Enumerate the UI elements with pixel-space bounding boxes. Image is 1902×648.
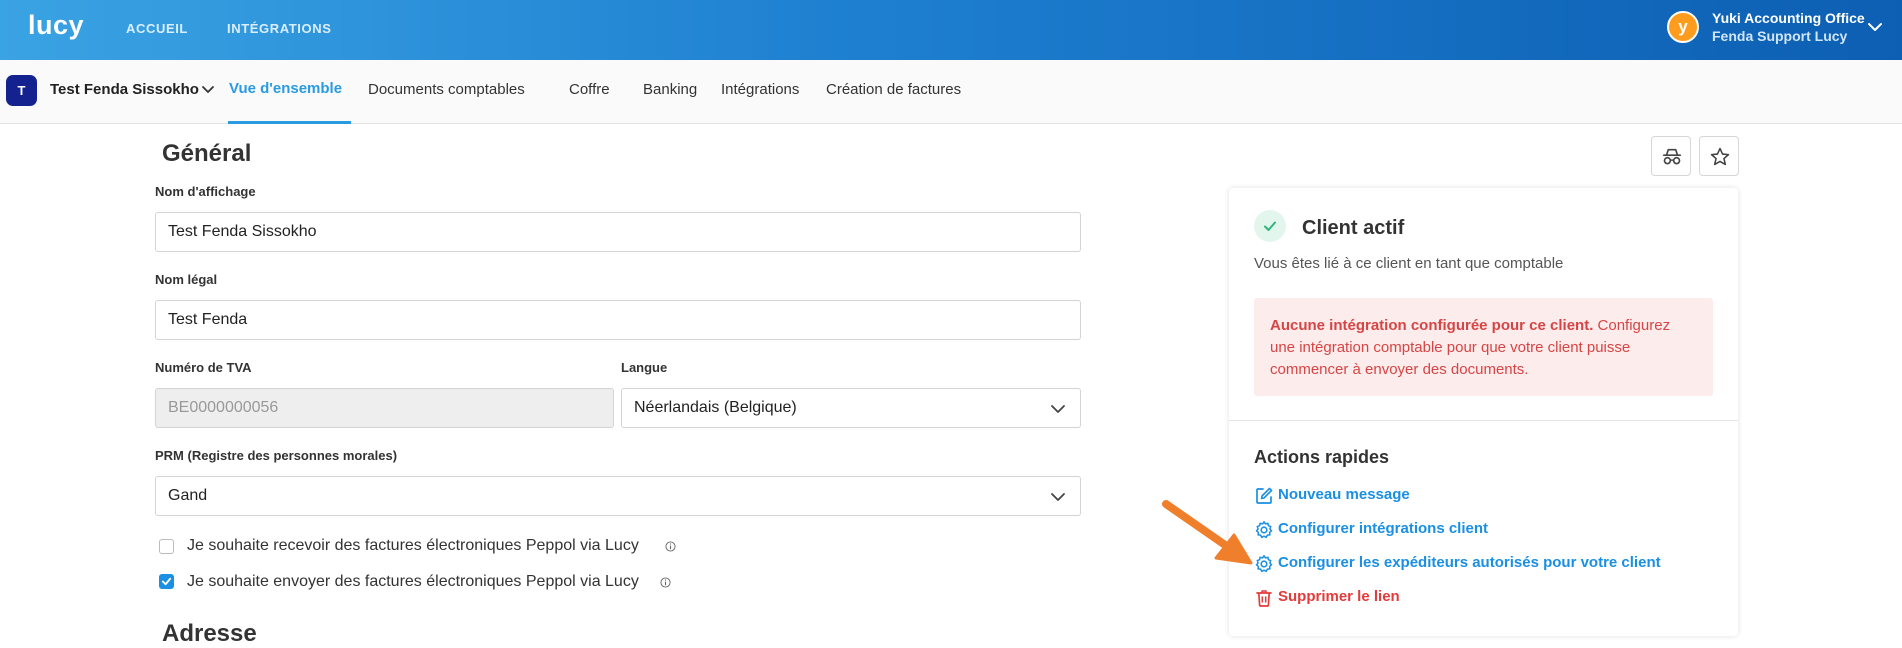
check-icon <box>1264 221 1276 231</box>
section-title-address: Adresse <box>162 620 257 647</box>
chevron-down-icon[interactable] <box>1866 18 1884 36</box>
chevron-down-icon <box>1051 493 1065 501</box>
integration-alert: Aucune intégration configurée pour ce cl… <box>1254 298 1713 396</box>
star-icon <box>1710 147 1730 166</box>
peppol-receive-checkbox[interactable] <box>159 539 174 554</box>
chevron-down-icon <box>1051 405 1065 413</box>
card-divider <box>1229 420 1738 421</box>
tab-invoice-creation[interactable]: Création de factures <box>826 81 961 98</box>
tab-vault[interactable]: Coffre <box>569 81 610 98</box>
lucy-logo[interactable]: lucy <box>28 10 84 41</box>
incognito-button[interactable] <box>1651 136 1691 176</box>
peppol-send-checkbox[interactable] <box>159 574 174 589</box>
nav-accueil[interactable]: ACCUEIL <box>126 21 188 36</box>
active-tab-indicator <box>228 121 351 124</box>
prm-label: PRM (Registre des personnes morales) <box>155 448 398 463</box>
status-title: Client actif <box>1302 217 1405 239</box>
client-avatar[interactable]: T <box>6 75 37 106</box>
alert-bold-text: Aucune intégration configurée pour ce cl… <box>1270 317 1594 334</box>
info-icon[interactable] <box>660 577 671 588</box>
display-name-label: Nom d'affichage <box>155 184 256 199</box>
prm-value: Gand <box>168 487 208 504</box>
top-header: lucy ACCUEIL INTÉGRATIONS y Yuki Account… <box>0 0 1902 60</box>
chevron-down-icon[interactable] <box>200 82 216 98</box>
trash-icon <box>1256 590 1272 607</box>
vat-label: Numéro de TVA <box>155 360 252 375</box>
peppol-send-label[interactable]: Je souhaite envoyer des factures électro… <box>187 573 639 591</box>
check-icon <box>161 577 172 586</box>
account-name[interactable]: Yuki Accounting Office <box>1712 10 1865 26</box>
action-label: Configurer les expéditeurs autorisés pou… <box>1278 554 1661 571</box>
language-label: Langue <box>621 360 668 375</box>
tab-overview[interactable]: Vue d'ensemble <box>229 80 342 97</box>
action-label: Nouveau message <box>1278 486 1410 503</box>
status-check-badge <box>1254 210 1286 242</box>
legal-name-label: Nom légal <box>155 272 218 287</box>
tab-integrations[interactable]: Intégrations <box>721 81 799 98</box>
language-select[interactable]: Néerlandais (Belgique) <box>621 388 1081 428</box>
annotation-arrow-icon <box>1162 500 1253 565</box>
client-selector[interactable]: Test Fenda Sissokho <box>50 81 199 98</box>
peppol-receive-label[interactable]: Je souhaite recevoir des factures électr… <box>187 537 639 555</box>
display-name-input[interactable]: Test Fenda Sissokho <box>155 212 1081 252</box>
account-subtitle: Fenda Support Lucy <box>1712 28 1848 44</box>
language-value: Néerlandais (Belgique) <box>634 399 797 416</box>
client-status-card: Client actif Vous êtes lié à ce client e… <box>1229 188 1738 636</box>
favorite-button[interactable] <box>1699 136 1739 176</box>
client-tab-bar: T Test Fenda Sissokho Vue d'ensemble Doc… <box>0 60 1902 124</box>
quick-actions-title: Actions rapides <box>1254 447 1390 467</box>
tab-documents[interactable]: Documents comptables <box>368 81 525 98</box>
action-label: Supprimer le lien <box>1278 588 1400 605</box>
info-icon[interactable] <box>665 541 676 552</box>
nav-integrations[interactable]: INTÉGRATIONS <box>227 21 331 36</box>
legal-name-input[interactable]: Test Fenda <box>155 300 1081 340</box>
status-description: Vous êtes lié à ce client en tant que co… <box>1254 255 1564 272</box>
prm-select[interactable]: Gand <box>155 476 1081 516</box>
vat-input: BE0000000056 <box>155 388 614 428</box>
account-avatar[interactable]: y <box>1667 11 1699 43</box>
tab-banking[interactable]: Banking <box>643 81 697 98</box>
incognito-icon <box>1662 148 1682 165</box>
action-label: Configurer intégrations client <box>1278 520 1489 537</box>
section-title-general: Général <box>162 140 252 167</box>
